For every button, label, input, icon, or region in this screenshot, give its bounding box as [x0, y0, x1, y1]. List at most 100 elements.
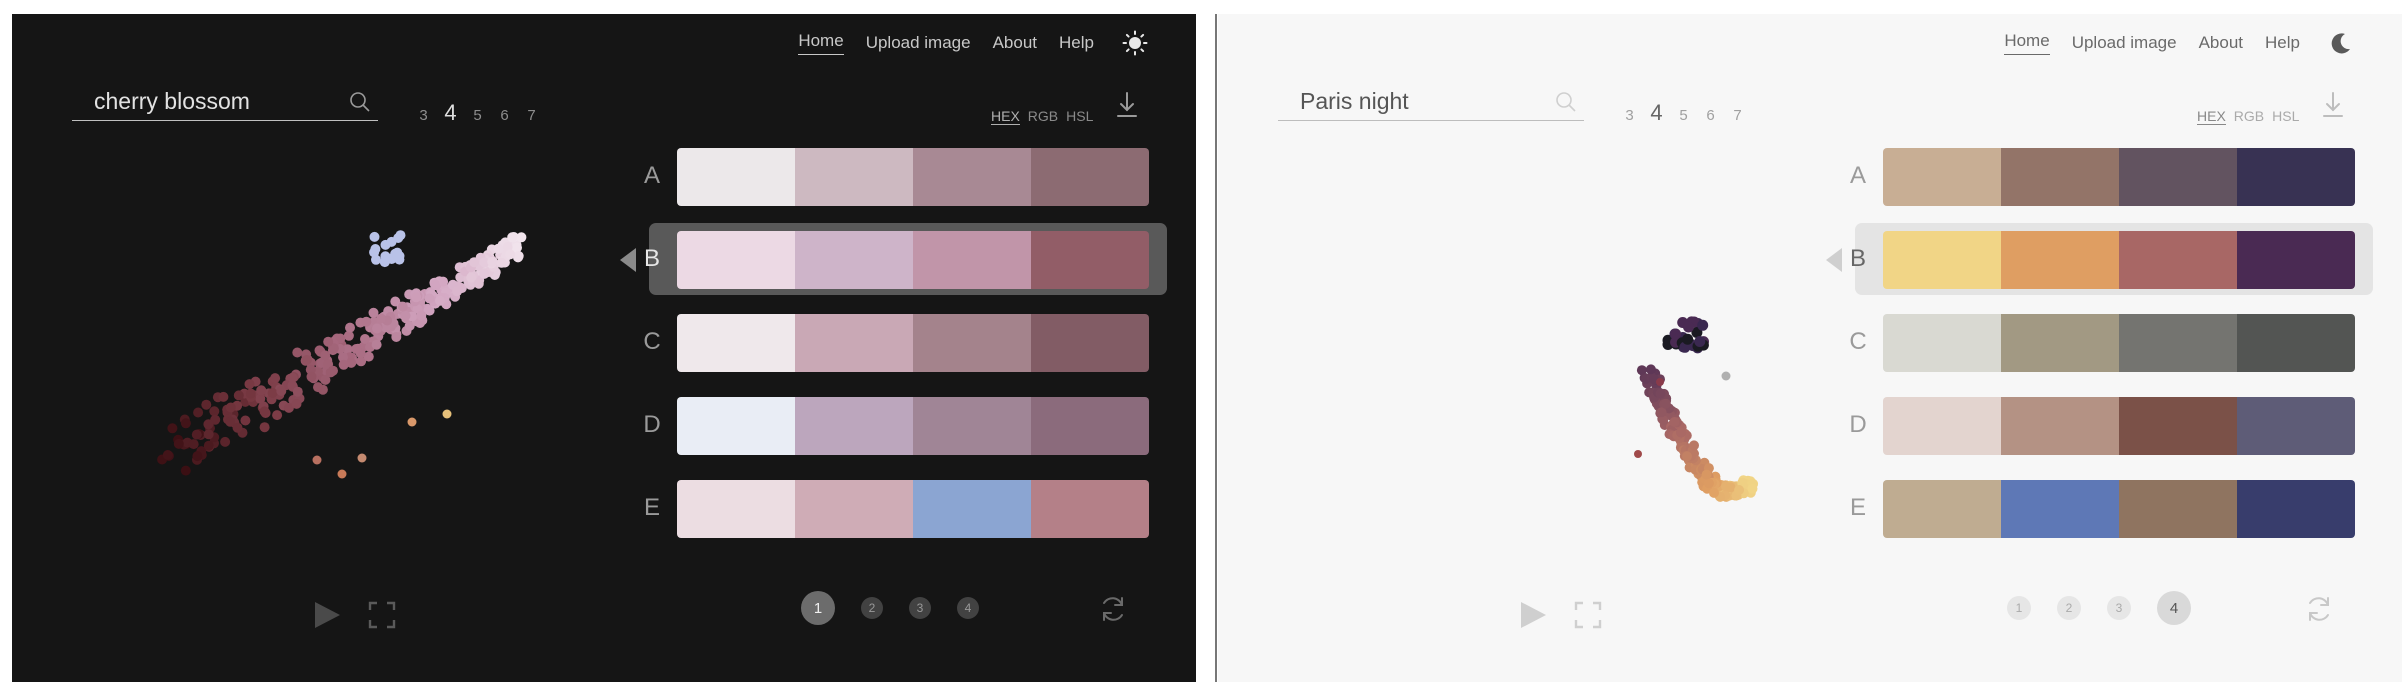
palette-row-c[interactable]: C [634, 311, 1154, 375]
color-swatch[interactable] [1883, 397, 2001, 455]
color-swatch[interactable] [795, 314, 913, 372]
color-swatch[interactable] [677, 314, 795, 372]
color-swatch[interactable] [2119, 397, 2237, 455]
format-hex[interactable]: HEX [991, 108, 1020, 125]
color-swatch[interactable] [913, 480, 1031, 538]
search-input[interactable]: Paris night [1300, 88, 1409, 115]
palette-row-c[interactable]: C [1840, 311, 2360, 375]
palette-strip[interactable] [1883, 148, 2355, 206]
color-swatch[interactable] [2237, 148, 2355, 206]
color-swatch[interactable] [2237, 314, 2355, 372]
count-option-7[interactable]: 7 [1724, 107, 1751, 124]
page-button-3[interactable]: 3 [2107, 596, 2131, 620]
color-scatter-plot[interactable] [1338, 204, 1768, 534]
color-swatch[interactable] [1031, 314, 1149, 372]
color-swatch[interactable] [913, 397, 1031, 455]
color-swatch[interactable] [1031, 231, 1149, 289]
color-swatch[interactable] [677, 148, 795, 206]
nav-about-link[interactable]: About [993, 33, 1037, 53]
palette-row-b[interactable]: B [620, 223, 1167, 295]
palette-row-b[interactable]: B [1826, 223, 2373, 295]
color-swatch[interactable] [1031, 148, 1149, 206]
page-button-1[interactable]: 1 [2007, 596, 2031, 620]
count-option-4[interactable]: 4 [437, 100, 464, 126]
color-swatch[interactable] [677, 231, 795, 289]
color-swatch[interactable] [677, 397, 795, 455]
palette-row-a[interactable]: A [634, 145, 1154, 209]
format-hsl[interactable]: HSL [2272, 108, 2299, 125]
color-swatch[interactable] [2001, 397, 2119, 455]
palette-strip[interactable] [677, 148, 1149, 206]
fullscreen-icon[interactable] [1573, 600, 1603, 630]
palette-strip[interactable] [1883, 231, 2355, 289]
color-swatch[interactable] [2237, 480, 2355, 538]
color-swatch[interactable] [2237, 231, 2355, 289]
play-icon[interactable] [312, 600, 342, 630]
palette-strip[interactable] [677, 480, 1149, 538]
nav-upload-link[interactable]: Upload image [2072, 33, 2177, 53]
palette-strip[interactable] [1883, 480, 2355, 538]
fullscreen-icon[interactable] [367, 600, 397, 630]
color-swatch[interactable] [2119, 480, 2237, 538]
page-button-2[interactable]: 2 [2057, 596, 2081, 620]
palette-strip[interactable] [1883, 314, 2355, 372]
count-option-7[interactable]: 7 [518, 107, 545, 124]
moon-icon[interactable] [2328, 30, 2354, 56]
color-swatch[interactable] [795, 231, 913, 289]
palette-row-d[interactable]: D [1840, 394, 2360, 458]
color-swatch[interactable] [1031, 397, 1149, 455]
color-swatch[interactable] [2001, 231, 2119, 289]
play-icon[interactable] [1518, 600, 1548, 630]
color-swatch[interactable] [2119, 231, 2237, 289]
palette-row-a[interactable]: A [1840, 145, 2360, 209]
format-rgb[interactable]: RGB [1028, 108, 1058, 125]
count-option-4[interactable]: 4 [1643, 100, 1670, 126]
count-option-5[interactable]: 5 [1670, 107, 1697, 124]
color-swatch[interactable] [1883, 231, 2001, 289]
color-swatch[interactable] [2001, 314, 2119, 372]
download-icon[interactable] [1115, 90, 1139, 120]
count-option-3[interactable]: 3 [410, 107, 437, 124]
search-field[interactable]: Paris night [1278, 82, 1584, 121]
count-option-6[interactable]: 6 [491, 107, 518, 124]
palette-row-e[interactable]: E [634, 477, 1154, 541]
color-swatch[interactable] [913, 231, 1031, 289]
page-button-1[interactable]: 1 [801, 591, 835, 625]
palette-row-d[interactable]: D [634, 394, 1154, 458]
color-swatch[interactable] [2001, 148, 2119, 206]
color-swatch[interactable] [677, 480, 795, 538]
search-input[interactable]: cherry blossom [94, 88, 250, 115]
nav-home-link[interactable]: Home [2004, 31, 2050, 55]
format-rgb[interactable]: RGB [2234, 108, 2264, 125]
nav-home-link[interactable]: Home [798, 31, 844, 55]
sun-icon[interactable] [1122, 30, 1148, 56]
refresh-icon[interactable] [2304, 594, 2334, 624]
search-field[interactable]: cherry blossom [72, 82, 378, 121]
count-option-5[interactable]: 5 [464, 107, 491, 124]
color-swatch[interactable] [1031, 480, 1149, 538]
nav-help-link[interactable]: Help [2265, 33, 2300, 53]
count-option-3[interactable]: 3 [1616, 107, 1643, 124]
color-swatch[interactable] [1883, 480, 2001, 538]
color-swatch[interactable] [1883, 314, 2001, 372]
format-hex[interactable]: HEX [2197, 108, 2226, 125]
download-icon[interactable] [2321, 90, 2345, 120]
color-swatch[interactable] [1883, 148, 2001, 206]
page-button-3[interactable]: 3 [909, 597, 931, 619]
nav-about-link[interactable]: About [2199, 33, 2243, 53]
search-icon[interactable] [1554, 90, 1578, 114]
refresh-icon[interactable] [1098, 594, 1128, 624]
page-button-4[interactable]: 4 [2157, 591, 2191, 625]
format-hsl[interactable]: HSL [1066, 108, 1093, 125]
color-swatch[interactable] [913, 314, 1031, 372]
palette-strip[interactable] [1883, 397, 2355, 455]
color-swatch[interactable] [795, 397, 913, 455]
color-swatch[interactable] [795, 148, 913, 206]
page-button-4[interactable]: 4 [957, 597, 979, 619]
color-swatch[interactable] [795, 480, 913, 538]
color-swatch[interactable] [2119, 314, 2237, 372]
nav-help-link[interactable]: Help [1059, 33, 1094, 53]
palette-strip[interactable] [677, 231, 1149, 289]
color-swatch[interactable] [2119, 148, 2237, 206]
page-button-2[interactable]: 2 [861, 597, 883, 619]
